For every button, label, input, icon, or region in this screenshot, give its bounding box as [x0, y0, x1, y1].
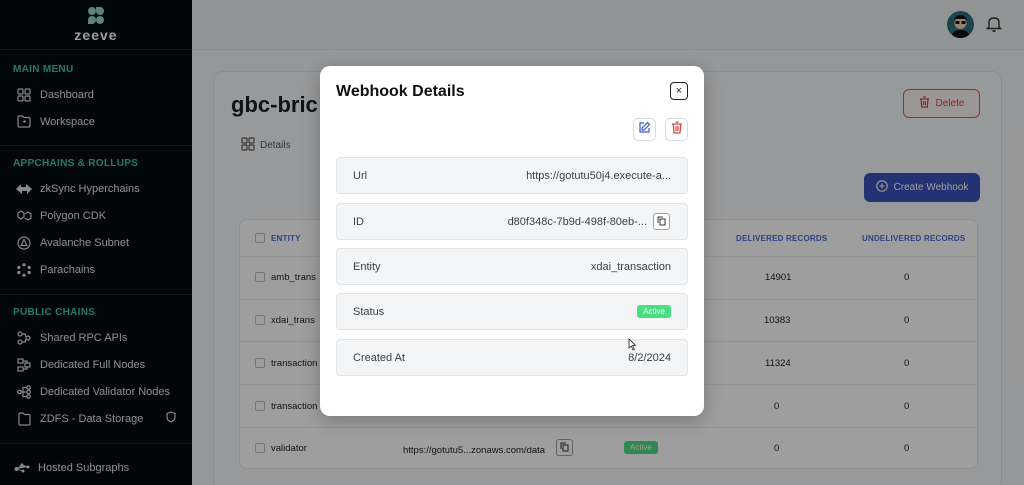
copy-icon: [657, 213, 666, 231]
webhook-details-modal: Webhook Details × Url https://gotutu50j4…: [320, 66, 704, 416]
copy-id-button[interactable]: [653, 213, 670, 230]
field-value: d80f348c-7b9d-498f-80eb-...: [507, 216, 647, 228]
field-value: xdai_transaction: [590, 261, 671, 273]
field-status: Status Active: [336, 293, 688, 330]
modal-title: Webhook Details: [336, 83, 465, 100]
field-label: Status: [353, 306, 385, 318]
status-badge: Active: [637, 305, 671, 318]
edit-button[interactable]: [633, 118, 656, 141]
field-url: Url https://gotutu50j4.execute-a...: [336, 157, 688, 194]
field-label: Url: [353, 170, 368, 182]
edit-icon: [638, 121, 651, 139]
field-label: ID: [353, 216, 364, 228]
close-button[interactable]: ×: [670, 82, 688, 100]
mouse-pointer-icon: [628, 338, 637, 356]
field-label: Created At: [353, 352, 405, 364]
field-label: Entity: [353, 261, 381, 273]
close-icon: ×: [675, 85, 683, 97]
field-value: https://gotutu50j4.execute-a...: [526, 170, 671, 182]
field-entity: Entity xdai_transaction: [336, 248, 688, 285]
field-id: ID d80f348c-7b9d-498f-80eb-...: [336, 203, 688, 240]
delete-webhook-button[interactable]: [665, 118, 688, 141]
trash-icon: [671, 120, 683, 139]
